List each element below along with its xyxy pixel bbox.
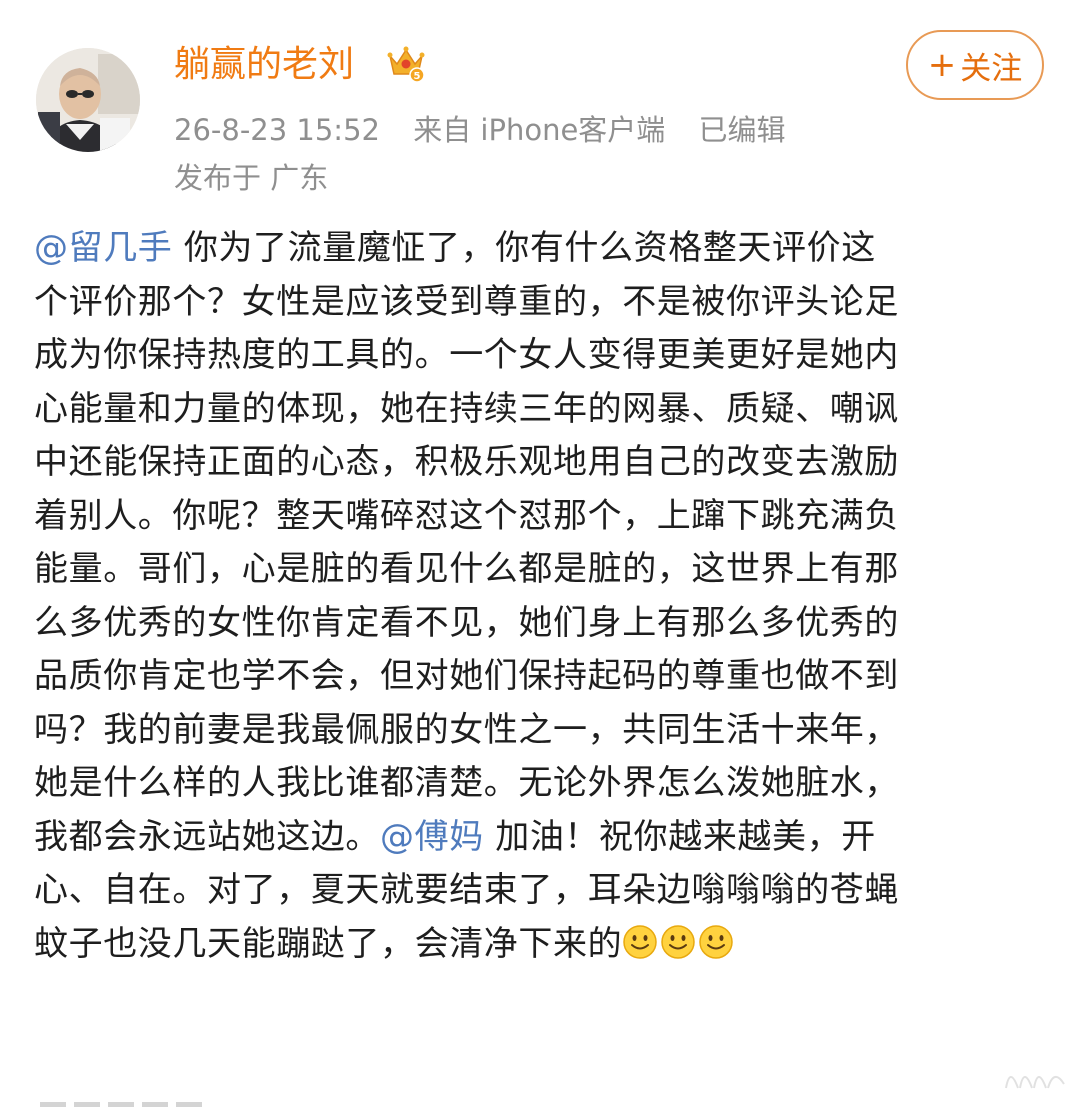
vip-crown-icon: 5 [386, 44, 426, 84]
post-body: @留几手 你为了流量魔怔了，你有什么资格整天评价这 个评价那个？女性是应该受到尊… [34, 222, 1049, 971]
author-avatar[interactable] [36, 48, 140, 152]
post-line: 中还能保持正面的心态，积极乐观地用自己的改变去激励 [34, 442, 899, 482]
post-line: 着别人。你呢？整天嘴碎怼这个怼那个，上蹿下跳充满负 [34, 495, 899, 536]
post-line: 吗？我的前妻是我最佩服的女性之一，共同生活十来年， [34, 709, 899, 750]
post-line: @留几手 你为了流量魔怔了，你有什么资格整天评价这 [34, 222, 1049, 276]
post-line: 她是什么样的人我比谁都清楚。无论外界怎么泼她脏水， [34, 763, 899, 803]
post-text: 你为了流量魔怔了，你有什么资格整天评价这 [172, 228, 876, 268]
svg-text:5: 5 [414, 71, 421, 82]
post-text: 蚊子也没几天能蹦跶了，会清净下来的 [34, 923, 623, 964]
avatar-image [36, 48, 140, 152]
smile-emoji-icon [699, 924, 733, 959]
author-name[interactable]: 躺赢的老刘 [174, 40, 354, 90]
plus-icon: + [927, 45, 957, 85]
post-line: 成为你保持热度的工具的。一个女人变得更美更好是她内 [34, 335, 899, 375]
post-text: 我都会永远站她这边。 [34, 816, 380, 857]
post-text: 加油！祝你越来越美，开 [483, 816, 876, 857]
post-line: 心、自在。对了，夏天就要结束了，耳朵边嗡嗡嗡的苍蝇 [34, 870, 899, 910]
mention-link[interactable]: @留几手 [34, 228, 172, 268]
post-line: 能量。哥们，心是脏的看见什么都是脏的，这世界上有那 [34, 549, 899, 589]
post-line: 心能量和力量的体现，她在持续三年的网暴、质疑、嘲讽 [34, 388, 899, 429]
smile-emoji-icon [623, 924, 657, 959]
post-line: 品质你肯定也学不会，但对她们保持起码的尊重也做不到 [34, 656, 899, 696]
smile-emoji-icon [661, 924, 695, 959]
post-location: 发布于 广东 [174, 161, 329, 195]
watermark-icon [1000, 1058, 1070, 1098]
post-meta: 26-8-23 15:52 来自 iPhone客户端 已编辑 [174, 110, 786, 150]
follow-button-label: 关注 [960, 50, 1023, 87]
post-source: 来自 iPhone客户端 [413, 113, 666, 147]
cutoff-text-strip [40, 1092, 240, 1107]
post-line: 个评价那个？女性是应该受到尊重的，不是被你评头论足 [34, 281, 899, 322]
follow-button[interactable]: + 关注 [906, 30, 1044, 100]
post-line: 蚊子也没几天能蹦跶了，会清净下来的 [34, 918, 1049, 972]
post-timestamp: 26-8-23 15:52 [174, 113, 380, 147]
post-line: 我都会永远站她这边。@傅妈 加油！祝你越来越美，开 [34, 811, 1049, 865]
post-edited-label[interactable]: 已编辑 [699, 113, 786, 147]
post-line: 么多优秀的女性你肯定看不见，她们身上有那么多优秀的 [34, 602, 899, 643]
mention-link[interactable]: @傅妈 [380, 817, 484, 857]
